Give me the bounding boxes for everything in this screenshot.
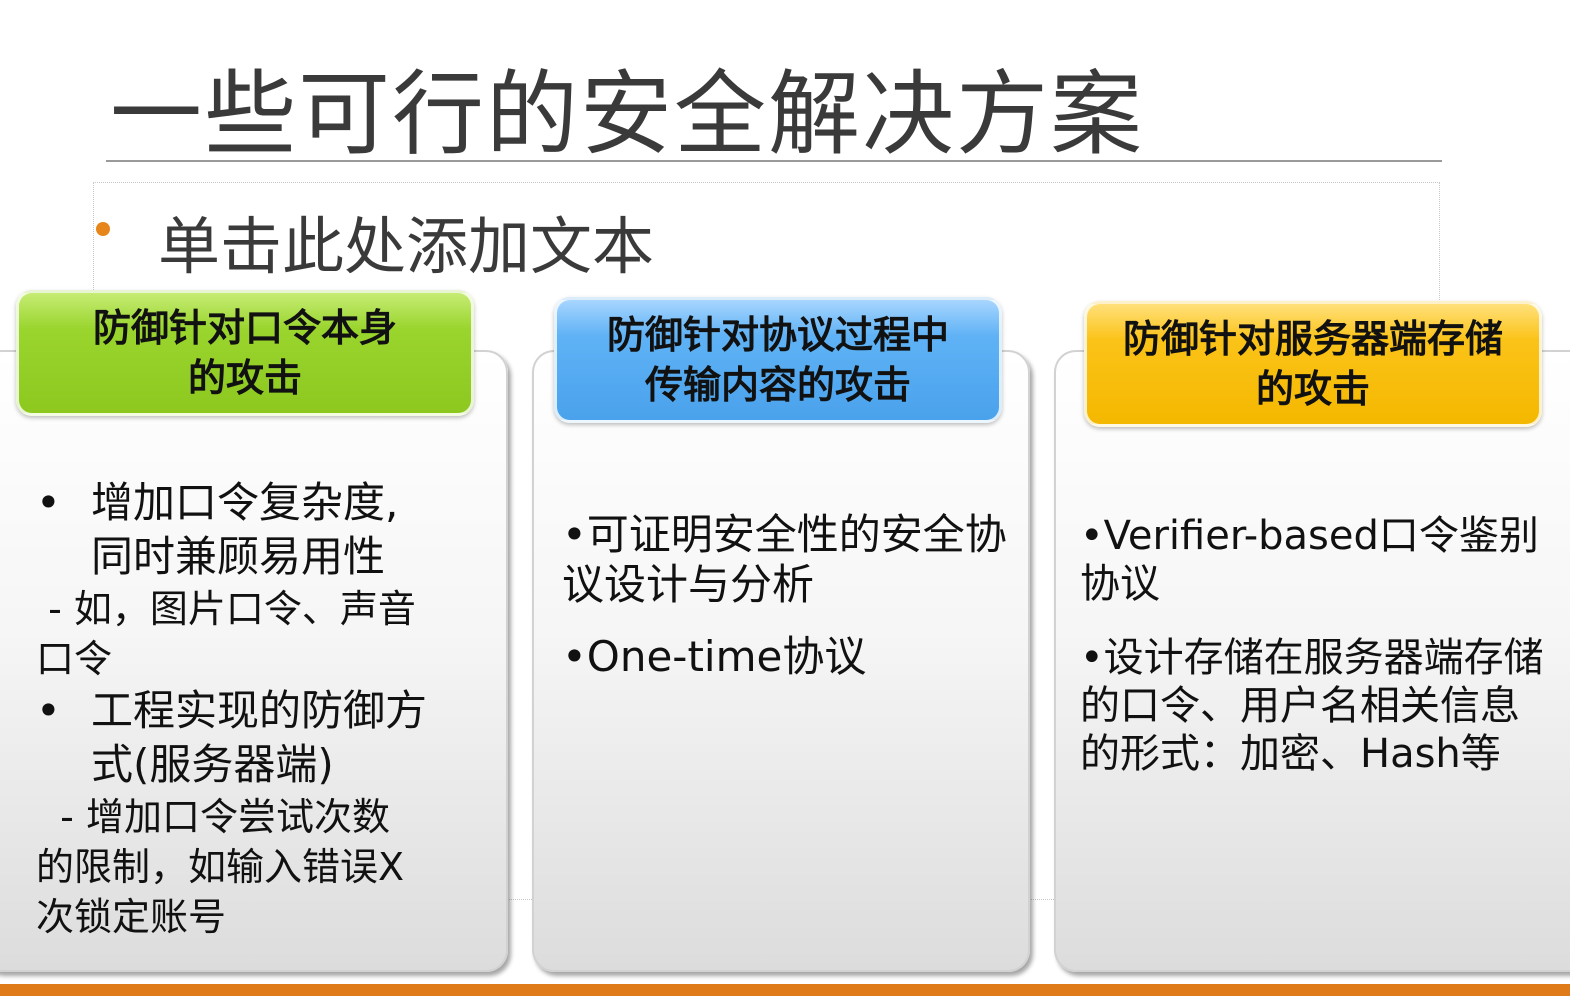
item-text: 工程实现的防御方: [91, 686, 428, 735]
bullet-icon: •: [36, 478, 61, 527]
header-line: 防御针对口令本身: [92, 306, 397, 350]
list-item: •Verifier-based口令鉴别协议: [1080, 513, 1539, 607]
header-line: 的攻击: [187, 356, 302, 400]
column-content-server: •Verifier-based口令鉴别协议 •设计存储在服务器端存储的口令、用户…: [1080, 512, 1550, 778]
placeholder-text[interactable]: 单击此处添加文本: [158, 196, 654, 286]
header-line: 传输内容的攻击: [644, 363, 911, 407]
bullet-dot-icon: [96, 222, 110, 236]
bullet-icon: •: [36, 686, 61, 735]
footer-accent-bar: [0, 984, 1570, 996]
column-header-server: 防御针对服务器端存储 的攻击: [1084, 301, 1542, 427]
list-item: •可证明安全性的安全协议设计与分析: [562, 510, 1007, 609]
header-line: 防御针对协议过程中: [606, 313, 949, 357]
header-line: 的攻击: [1255, 367, 1370, 411]
column-content-protocol: •可证明安全性的安全协议设计与分析 •One-time协议: [562, 510, 1012, 682]
sub-item: - 如，图片口令、声音 口令: [36, 587, 416, 681]
slide-title: 一些可行的安全解决方案: [110, 61, 1145, 168]
item-text: 同时兼顾易用性: [91, 532, 386, 581]
list-item: • 工程实现的防御方 式(服务器端): [36, 684, 476, 792]
sub-item: - 增加口令尝试次数 的限制，如输入错误X 次锁定账号: [36, 795, 405, 939]
column-content-password: • 增加口令复杂度, 同时兼顾易用性 - 如，图片口令、声音 口令 • 工程实现的…: [36, 476, 476, 942]
title-divider: [106, 160, 1442, 162]
item-text: 增加口令复杂度,: [91, 478, 399, 527]
header-line: 防御针对服务器端存储: [1122, 317, 1503, 361]
list-item: • 增加口令复杂度, 同时兼顾易用性: [36, 476, 476, 584]
list-item: •设计存储在服务器端存储的口令、用户名相关信息的形式：加密、Hash等: [1080, 635, 1544, 777]
list-item: •One-time协议: [562, 632, 867, 681]
item-text: 式(服务器端): [91, 740, 334, 789]
column-header-protocol: 防御针对协议过程中 传输内容的攻击: [554, 297, 1002, 423]
column-header-password: 防御针对口令本身 的攻击: [16, 290, 474, 416]
